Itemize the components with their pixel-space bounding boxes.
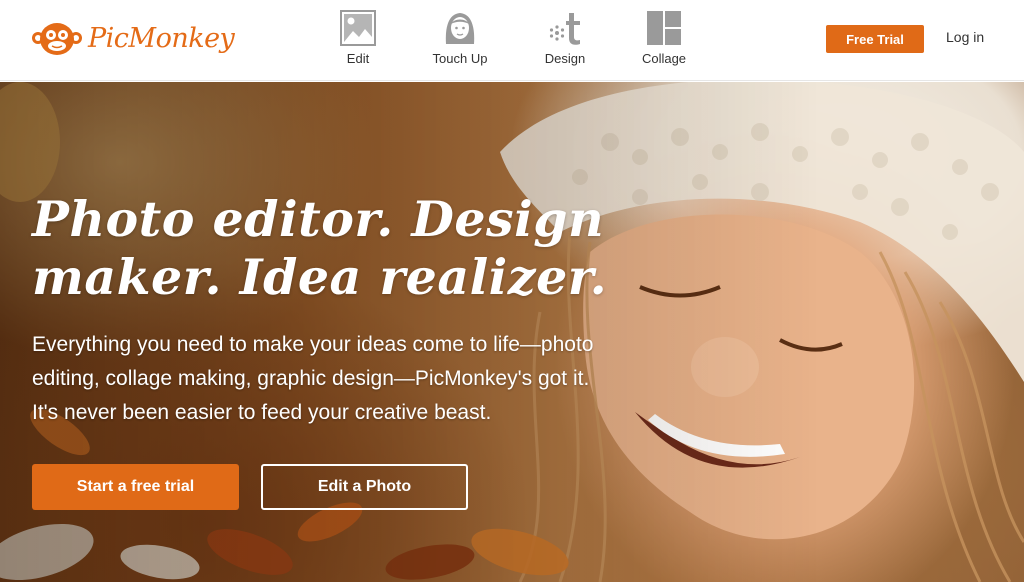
face-icon (445, 13, 475, 44)
top-header: PicMonkey Edit Touch Up Design Collage F… (0, 0, 1024, 81)
picmonkey-logo[interactable]: PicMonkey (31, 18, 235, 58)
image-icon (340, 10, 376, 46)
nav-design-label: Design (544, 51, 586, 66)
nav-touch-up-label: Touch Up (432, 51, 488, 66)
login-link[interactable]: Log in (946, 29, 984, 45)
hero-subtitle-line-1: Everything you need to make your ideas c… (32, 333, 594, 356)
hero-subtitle-line-2: editing, collage making, graphic design—… (32, 367, 590, 390)
hero-section: Photo editor. Design maker. Idea realize… (0, 82, 1024, 582)
hero-headline: Photo editor. Design maker. Idea realize… (32, 190, 632, 306)
nav-collage-label: Collage (641, 51, 687, 66)
design-icon (549, 13, 580, 45)
start-free-trial-button[interactable]: Start a free trial (32, 464, 239, 510)
nav-collage[interactable]: Collage (624, 10, 704, 66)
free-trial-button[interactable]: Free Trial (826, 25, 924, 53)
edit-a-photo-button[interactable]: Edit a Photo (261, 464, 468, 510)
nav-edit[interactable]: Edit (318, 10, 398, 66)
monkey-logo-icon (32, 23, 82, 55)
nav-design[interactable]: Design (525, 10, 605, 66)
hero-subtitle: Everything you need to make your ideas c… (32, 328, 672, 430)
hero-subtitle-line-3: It's never been easier to feed your crea… (32, 401, 492, 424)
logo-wordmark: PicMonkey (88, 22, 235, 54)
hero-headline-line-1: Photo editor. Design (32, 190, 605, 248)
nav-touch-up[interactable]: Touch Up (420, 10, 500, 66)
hero-headline-line-2: maker. Idea realizer. (32, 248, 608, 306)
nav-edit-label: Edit (346, 51, 370, 66)
collage-icon (647, 11, 681, 45)
